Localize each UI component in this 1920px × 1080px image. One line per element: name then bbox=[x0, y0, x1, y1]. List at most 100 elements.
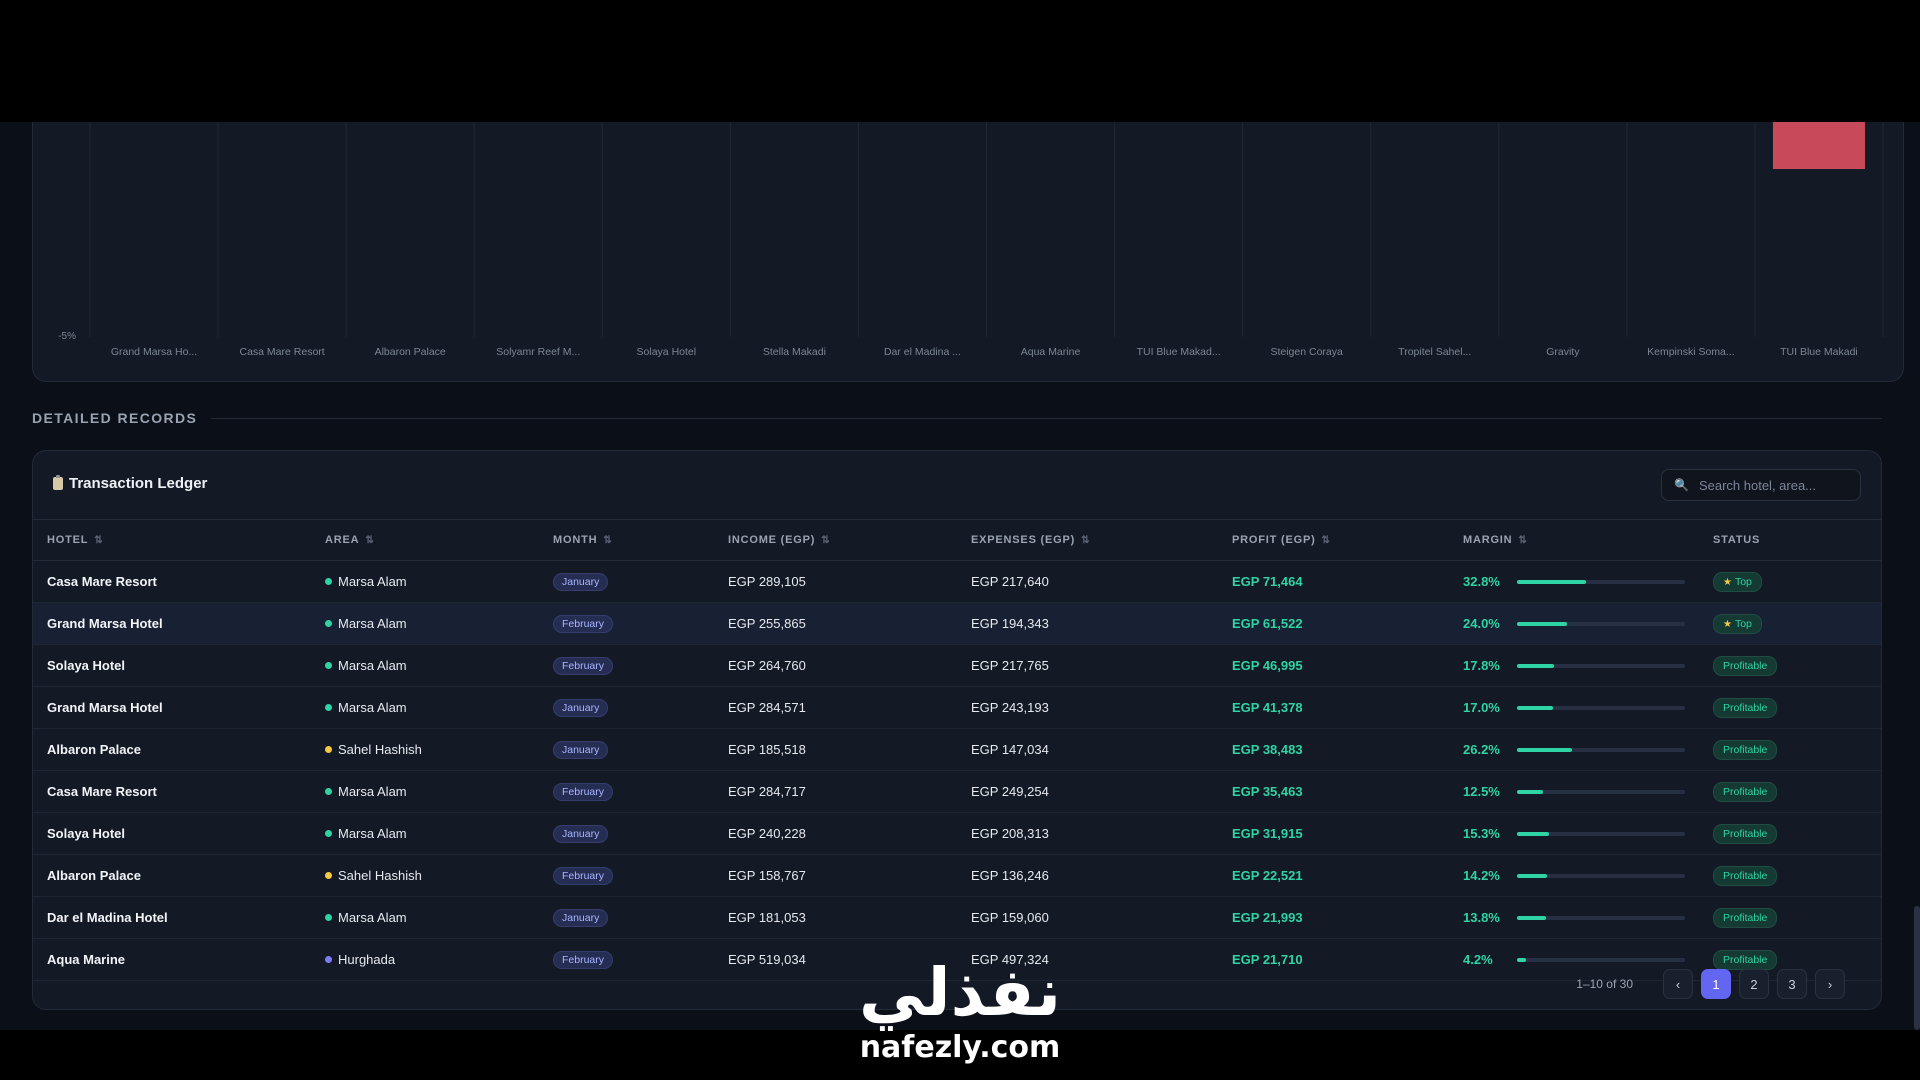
page-button[interactable]: 3 bbox=[1777, 969, 1807, 999]
column-header[interactable]: AREA ⇅ bbox=[311, 520, 539, 561]
column-header-label: MARGIN bbox=[1463, 534, 1513, 546]
star-icon: ★ bbox=[1723, 576, 1732, 588]
area-dot bbox=[325, 830, 332, 837]
margin-bar bbox=[1517, 579, 1685, 584]
sort-icon[interactable]: ⇅ bbox=[1518, 535, 1527, 546]
expenses-cell: EGP 136,246 bbox=[957, 854, 1218, 897]
table-row[interactable]: Casa Mare Resort Marsa Alam February EGP 28… bbox=[33, 770, 1881, 813]
search-input[interactable] bbox=[1696, 476, 1851, 494]
table-row[interactable]: Casa Mare Resort Marsa Alam January EGP 289… bbox=[33, 560, 1881, 603]
sort-icon[interactable]: ⇅ bbox=[603, 535, 612, 546]
month-pill: February bbox=[553, 614, 614, 633]
column-header[interactable]: MONTH ⇅ bbox=[539, 520, 714, 561]
profit-cell: EGP 61,522 bbox=[1218, 602, 1449, 645]
x-tick-label: Dar el Madina ... bbox=[884, 346, 961, 358]
x-tick-label: Casa Mare Resort bbox=[240, 346, 325, 358]
table-row[interactable]: Grand Marsa Hotel Marsa Alam January EGP 28… bbox=[33, 686, 1881, 729]
margin-value: 17.0% bbox=[1463, 700, 1500, 715]
column-header-label: EXPENSES (EGP) bbox=[971, 534, 1076, 546]
month-pill: February bbox=[553, 950, 614, 969]
hotel-cell: Albaron Palace bbox=[33, 854, 311, 897]
status-cell: Profitable bbox=[1699, 896, 1881, 939]
table-row[interactable]: Dar el Madina Hotel Marsa Alam January EGP … bbox=[33, 896, 1881, 939]
month-cell: January bbox=[539, 560, 714, 603]
table-row[interactable]: Grand Marsa Hotel Marsa Alam February EGP 2… bbox=[33, 602, 1881, 645]
top-black-bar bbox=[0, 0, 1920, 122]
margin-bar bbox=[1517, 705, 1685, 710]
expenses-cell: EGP 217,765 bbox=[957, 644, 1218, 687]
page-button[interactable]: 2 bbox=[1739, 969, 1769, 999]
column-header[interactable]: INCOME (EGP) ⇅ bbox=[714, 520, 957, 561]
area-dot bbox=[325, 956, 332, 963]
status-label: Top bbox=[1734, 617, 1752, 630]
next-page-button[interactable]: › bbox=[1815, 969, 1845, 999]
scrollbar-thumb[interactable] bbox=[1914, 906, 1920, 1030]
area-cell: Sahel Hashish bbox=[311, 854, 539, 897]
area-cell: Marsa Alam bbox=[311, 686, 539, 729]
area-cell: Marsa Alam bbox=[311, 560, 539, 603]
y-tick-label: -5% bbox=[58, 331, 76, 342]
section-divider bbox=[211, 417, 1882, 419]
sort-icon[interactable]: ⇅ bbox=[365, 535, 374, 546]
status-cell: Profitable bbox=[1699, 854, 1881, 897]
sort-icon[interactable]: ⇅ bbox=[1081, 535, 1090, 546]
status-label: Profitable bbox=[1723, 743, 1768, 756]
profit-cell: EGP 38,483 bbox=[1218, 728, 1449, 771]
margin-bar bbox=[1517, 747, 1685, 752]
column-header[interactable]: HOTEL ⇅ bbox=[33, 520, 311, 561]
area-cell: Marsa Alam bbox=[311, 770, 539, 813]
ledger-title-text: Transaction Ledger bbox=[69, 475, 208, 492]
profit-cell: EGP 31,915 bbox=[1218, 812, 1449, 855]
search-box[interactable]: 🔍 bbox=[1661, 469, 1861, 501]
column-header[interactable]: EXPENSES (EGP) ⇅ bbox=[957, 520, 1218, 561]
table-row[interactable]: Albaron Palace Sahel Hashish February EGP 1… bbox=[33, 854, 1881, 897]
area-dot bbox=[325, 872, 332, 879]
sort-icon[interactable]: ⇅ bbox=[821, 535, 830, 546]
x-tick-label: Steigen Coraya bbox=[1270, 346, 1343, 358]
month-pill: January bbox=[553, 824, 609, 843]
clipboard-icon bbox=[53, 475, 63, 490]
margin-bar-fill bbox=[1517, 873, 1547, 878]
status-label: Profitable bbox=[1723, 659, 1768, 672]
margin-cell: 13.8% bbox=[1449, 896, 1699, 939]
area-label: Marsa Alam bbox=[338, 910, 407, 925]
month-cell: February bbox=[539, 854, 714, 897]
month-pill: February bbox=[553, 782, 614, 801]
table-header-row: HOTEL ⇅ AREA ⇅ MONTH ⇅ INCOME (EGP) ⇅ EXPENSES (… bbox=[33, 520, 1881, 561]
status-label: Profitable bbox=[1723, 953, 1768, 966]
star-icon: ★ bbox=[1723, 618, 1732, 630]
table-row[interactable]: Solaya Hotel Marsa Alam January EGP 240,228… bbox=[33, 812, 1881, 855]
page-number-list: 123 bbox=[1701, 969, 1807, 999]
margin-bar-fill bbox=[1517, 663, 1554, 668]
table-row[interactable]: Solaya Hotel Marsa Alam February EGP 264,76… bbox=[33, 644, 1881, 687]
prev-page-button[interactable]: ‹ bbox=[1663, 969, 1693, 999]
status-badge: Profitable bbox=[1713, 907, 1778, 928]
month-pill: January bbox=[553, 908, 609, 927]
area-label: Marsa Alam bbox=[338, 658, 407, 673]
column-header[interactable]: MARGIN ⇅ bbox=[1449, 520, 1699, 561]
status-cell: Profitable bbox=[1699, 644, 1881, 687]
column-header[interactable]: PROFIT (EGP) ⇅ bbox=[1218, 520, 1449, 561]
month-pill: January bbox=[553, 572, 609, 591]
margin-bar-fill bbox=[1517, 747, 1572, 752]
status-cell: Profitable bbox=[1699, 770, 1881, 813]
status-cell: ★ Top bbox=[1699, 560, 1881, 603]
sort-icon[interactable]: ⇅ bbox=[1322, 535, 1331, 546]
margin-bar-fill bbox=[1517, 957, 1526, 962]
page-button[interactable]: 1 bbox=[1701, 969, 1731, 999]
income-cell: EGP 185,518 bbox=[714, 728, 957, 771]
column-header: STATUS bbox=[1699, 520, 1881, 561]
sort-icon[interactable]: ⇅ bbox=[94, 535, 103, 546]
hotel-cell: Albaron Palace bbox=[33, 728, 311, 771]
income-cell: EGP 289,105 bbox=[714, 560, 957, 603]
status-label: Top bbox=[1734, 575, 1752, 588]
column-header-label: MONTH bbox=[553, 534, 598, 546]
chart-bar[interactable] bbox=[1772, 122, 1865, 169]
margin-cell: 32.8% bbox=[1449, 560, 1699, 603]
table-row[interactable]: Albaron Palace Sahel Hashish January EGP 18… bbox=[33, 728, 1881, 771]
margin-bar bbox=[1517, 873, 1685, 878]
margin-cell: 14.2% bbox=[1449, 854, 1699, 897]
profit-cell: EGP 22,521 bbox=[1218, 854, 1449, 897]
status-badge: Profitable bbox=[1713, 697, 1778, 718]
margin-value: 13.8% bbox=[1463, 910, 1500, 925]
